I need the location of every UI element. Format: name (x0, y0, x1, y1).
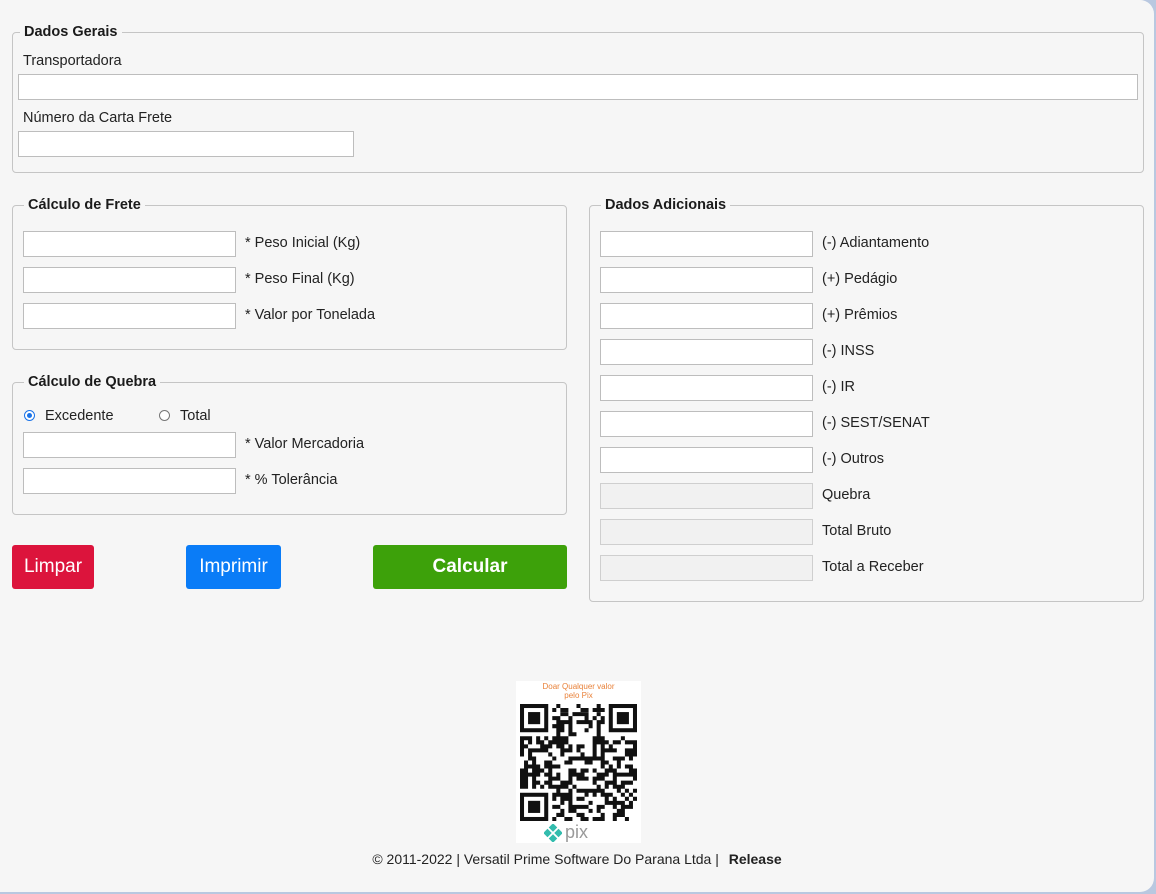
premios-label: (+) Prêmios (822, 307, 898, 323)
excedente-label: Excedente (45, 408, 114, 424)
valor-tonelada-input[interactable] (23, 303, 236, 329)
pedagio-label: (+) Pedágio (822, 271, 898, 287)
tolerancia-input[interactable] (23, 468, 236, 494)
transportadora-label: Transportadora (23, 53, 122, 69)
ir-input[interactable] (600, 375, 813, 401)
peso-final-label: * Peso Final (Kg) (245, 271, 355, 287)
valor-mercadoria-label: * Valor Mercadoria (245, 436, 365, 452)
dados-adicionais-legend: Dados Adicionais (605, 197, 727, 213)
sest-senat-input[interactable] (600, 411, 813, 437)
imprimir-button[interactable]: Imprimir (186, 545, 281, 589)
valor-mercadoria-input[interactable] (23, 432, 236, 458)
quebra-output (600, 483, 813, 509)
pedagio-input[interactable] (600, 267, 813, 293)
outros-input[interactable] (600, 447, 813, 473)
numero-carta-frete-input[interactable] (18, 131, 354, 157)
pix-qr-card: Doar Qualquer valor pelo Pix pix (516, 681, 641, 843)
total-label: Total (180, 408, 211, 424)
ir-label: (-) IR (822, 379, 856, 395)
pix-logo-icon (544, 824, 562, 842)
pix-caption-line2: pelo Pix (564, 691, 593, 700)
premios-input[interactable] (600, 303, 813, 329)
total-radio[interactable] (159, 410, 170, 421)
excedente-radio[interactable] (24, 410, 35, 421)
calculo-quebra-legend: Cálculo de Quebra (28, 374, 157, 390)
footer-copyright: © 2011-2022 | Versatil Prime Software Do… (372, 851, 719, 867)
pix-qr-code (520, 704, 637, 821)
pix-caption-line1: Doar Qualquer valor (542, 682, 615, 691)
limpar-button[interactable]: Limpar (12, 545, 94, 589)
outros-label: (-) Outros (822, 451, 885, 467)
main-panel: Dados Gerais Transportadora Número da Ca… (0, 0, 1154, 892)
total-receber-label: Total a Receber (822, 559, 924, 575)
inss-input[interactable] (600, 339, 813, 365)
total-receber-output (600, 555, 813, 581)
pix-qr-caption: Doar Qualquer valor pelo Pix (516, 682, 641, 700)
pix-logo-text: pix (565, 822, 589, 842)
sest-senat-label: (-) SEST/SENAT (822, 415, 930, 431)
transportadora-input[interactable] (18, 74, 1138, 100)
total-bruto-output (600, 519, 813, 545)
footer: © 2011-2022 | Versatil Prime Software Do… (0, 851, 1154, 867)
calcular-button[interactable]: Calcular (373, 545, 567, 589)
peso-inicial-label: * Peso Inicial (Kg) (245, 235, 361, 251)
adiantamento-label: (-) Adiantamento (822, 235, 930, 251)
peso-final-input[interactable] (23, 267, 236, 293)
valor-tonelada-label: * Valor por Tonelada (245, 307, 376, 323)
peso-inicial-input[interactable] (23, 231, 236, 257)
numero-carta-frete-label: Número da Carta Frete (23, 110, 173, 126)
calculo-frete-legend: Cálculo de Frete (28, 197, 141, 213)
tolerancia-label: * % Tolerância (245, 472, 338, 488)
footer-release: Release (728, 851, 782, 867)
pix-logo: pix (544, 822, 614, 842)
inss-label: (-) INSS (822, 343, 875, 359)
total-bruto-label: Total Bruto (822, 523, 892, 539)
dados-gerais-legend: Dados Gerais (24, 24, 118, 40)
adiantamento-input[interactable] (600, 231, 813, 257)
quebra-label: Quebra (822, 487, 871, 503)
